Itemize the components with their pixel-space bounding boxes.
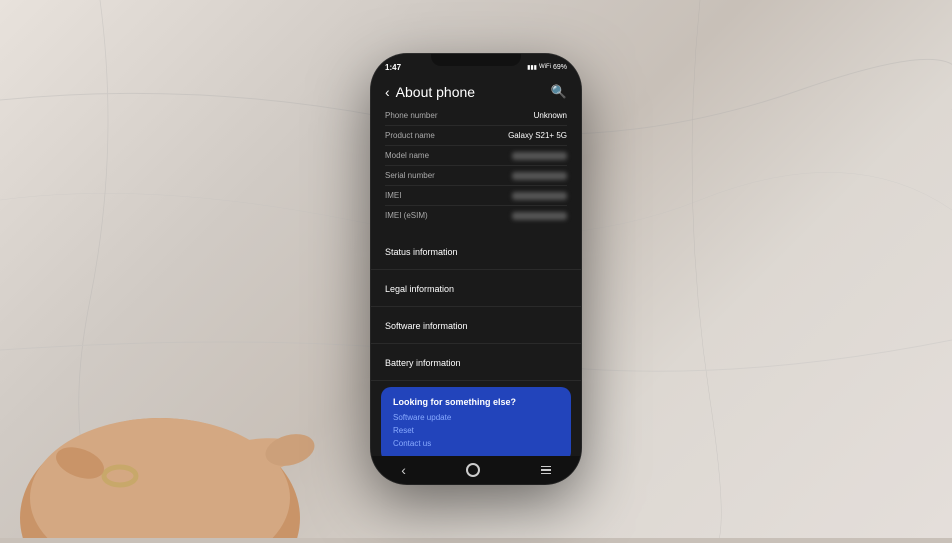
model-name-value [512,152,567,160]
software-update-link[interactable]: Software update [393,413,559,422]
software-information-item[interactable]: Software information [371,307,581,344]
phone-notch [431,54,521,66]
status-information-item[interactable]: Status information [371,233,581,270]
battery-icon: 69% [553,64,567,71]
imei-label: IMEI [385,191,401,200]
phone-number-row: Phone number Unknown [385,106,567,126]
product-name-row: Product name Galaxy S21+ 5G [385,126,567,146]
model-name-row: Model name [385,146,567,166]
nav-bar: ‹ [371,456,581,484]
back-button[interactable]: ‹ [385,84,390,100]
imei-esim-row: IMEI (eSIM) [385,206,567,225]
page-title: About phone [396,84,475,100]
software-information-label: Software information [385,321,468,331]
serial-number-label: Serial number [385,171,435,180]
product-name-label: Product name [385,131,435,140]
phone-number-label: Phone number [385,111,437,120]
menu-section: Status information Legal information Sof… [371,233,581,381]
wifi-icon: WiFi [539,64,551,70]
phone-device: 1:47 ▮▮▮ WiFi 69% ‹ About phone 🔍 Phone … [371,54,581,484]
model-name-label: Model name [385,151,429,160]
status-time: 1:47 [385,63,401,72]
imei-row: IMEI [385,186,567,206]
legal-information-label: Legal information [385,284,454,294]
info-list: Phone number Unknown Product name Galaxy… [371,106,581,225]
phone-number-value: Unknown [534,111,567,120]
status-information-label: Status information [385,247,458,257]
imei-esim-value [512,212,567,220]
status-icons: ▮▮▮ WiFi 69% [527,64,567,71]
reset-link[interactable]: Reset [393,426,559,435]
suggestion-card: Looking for something else? Software upd… [381,387,571,456]
contact-us-link[interactable]: Contact us [393,439,559,448]
legal-information-item[interactable]: Legal information [371,270,581,307]
imei-esim-label: IMEI (eSIM) [385,211,428,220]
search-icon[interactable]: 🔍 [551,84,567,100]
signal-icon: ▮▮▮ [527,64,537,71]
screen: ‹ About phone 🔍 Phone number Unknown Pro… [371,76,581,456]
serial-number-value [512,172,567,180]
imei-value [512,192,567,200]
app-header: ‹ About phone 🔍 [371,76,581,106]
nav-recents-button[interactable] [541,466,551,475]
product-name-value: Galaxy S21+ 5G [508,131,567,140]
serial-number-row: Serial number [385,166,567,186]
suggestion-title: Looking for something else? [393,397,559,407]
header-left: ‹ About phone [385,84,475,100]
battery-information-item[interactable]: Battery information [371,344,581,381]
battery-information-label: Battery information [385,358,461,368]
nav-back-button[interactable]: ‹ [401,462,406,478]
nav-home-button[interactable] [466,463,480,477]
